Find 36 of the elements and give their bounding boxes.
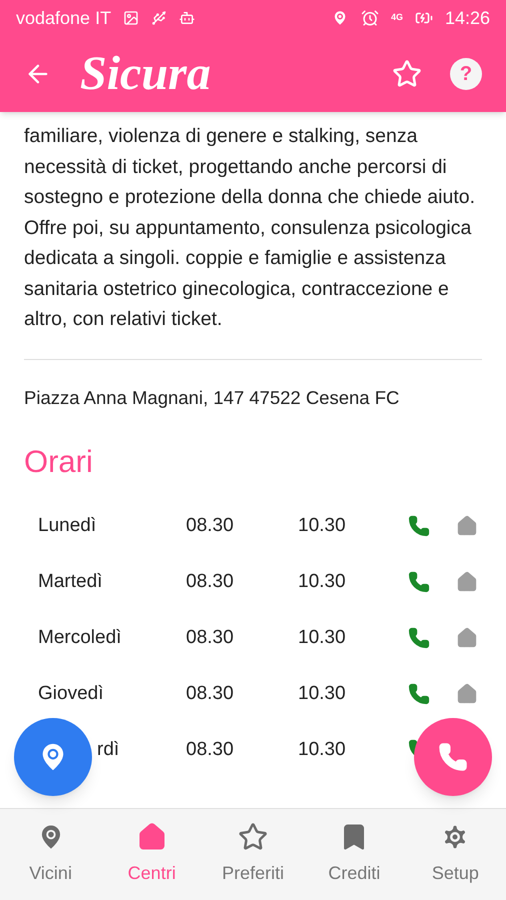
phone-icon <box>438 742 468 772</box>
day-label: rdì <box>97 738 120 762</box>
day-label: Martedì <box>38 570 104 594</box>
app-logo: Sicura <box>80 50 211 98</box>
start-time: 08.30 <box>186 738 235 762</box>
favorite-button[interactable] <box>392 59 422 89</box>
end-time: 10.30 <box>298 738 347 762</box>
start-time: 08.30 <box>186 514 235 538</box>
day-label: Giovedì <box>38 682 104 706</box>
star-icon <box>238 822 268 852</box>
clock: 14:26 <box>444 6 490 30</box>
end-time: 10.30 <box>298 682 347 706</box>
start-time: 08.30 <box>186 570 235 594</box>
end-time: 10.30 <box>298 570 347 594</box>
help-button[interactable]: ? <box>450 58 482 90</box>
nav-tab[interactable]: Centri <box>101 809 202 900</box>
start-time: 08.30 <box>186 682 235 706</box>
carrier-name: vodafone IT <box>16 6 112 30</box>
network-type: 4G <box>390 11 403 24</box>
nav-tab[interactable]: Preferiti <box>202 809 304 900</box>
nav-tab[interactable]: Setup <box>404 809 506 900</box>
robot-icon <box>179 10 196 26</box>
end-time: 10.30 <box>298 514 347 538</box>
section-title: Orari <box>23 443 94 482</box>
alarm-icon <box>360 9 379 27</box>
image-icon <box>123 10 140 26</box>
home-icon <box>136 822 167 852</box>
end-time: 10.30 <box>298 626 347 650</box>
day-label: Mercoledì <box>38 626 122 650</box>
address-text: Piazza Anna Magnani, 147 47522 Cesena FC <box>23 386 400 410</box>
nav-tab[interactable]: Vicini <box>0 809 102 900</box>
start-time: 08.30 <box>186 626 235 650</box>
description-text: familiare, violenza di genere e stalking, senza necessità di ticket, progettando anche percorsi di sostegno e protezione della donna che chiede aiuto. Offre poi, su appuntamento, consulenza psicologica dedicata a singoli. coppie e famiglie e assistenza sanitaria ostetrico ginecologica, contraccezione e altro, con relativi ticket. <box>24 124 476 332</box>
day-label: Lunedì <box>38 514 98 538</box>
nav-tab[interactable]: Crediti <box>304 809 405 900</box>
usb-icon <box>151 10 168 26</box>
